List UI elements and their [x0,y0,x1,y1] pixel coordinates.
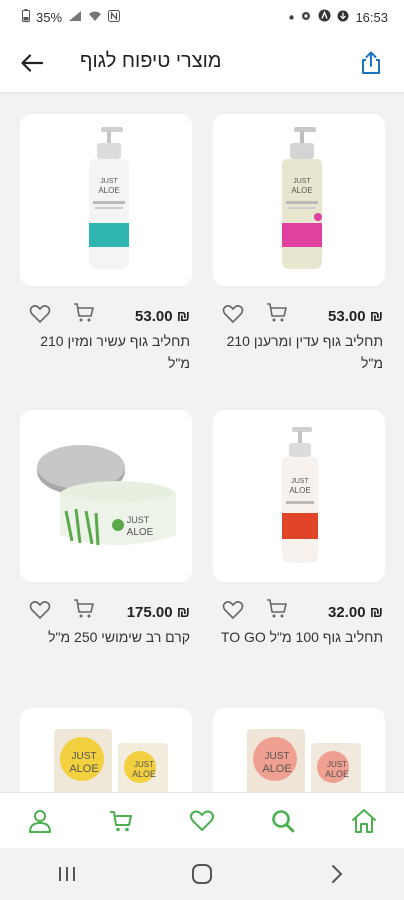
product-image[interactable]: JUST ALOE [20,410,192,582]
heart-icon[interactable] [28,302,52,326]
heart-icon[interactable] [221,302,245,326]
bottom-nav [0,792,404,848]
signal-icon [68,10,82,25]
product-price: 53.00 ₪ [135,308,190,325]
status-right: 16:53 [289,9,388,25]
lotion-bottle-image: JUST ALOE [89,127,129,269]
svg-text:JUST: JUST [291,478,309,485]
product-price: 175.00 ₪ [126,604,190,621]
nav-cart-button[interactable] [101,801,141,841]
svg-text:ALOE: ALOE [262,763,291,775]
recent-apps-button[interactable] [47,856,87,892]
product-card[interactable]: JUST ALOE 175.00 ₪ קרם רב שימושי 250 מ"ל [20,410,192,648]
product-card[interactable]: JUST ALOE 53.00 ₪ תחליב גוף עדין ומרענן … [213,114,385,374]
nav-home-button[interactable] [344,801,384,841]
chevron-right-icon [331,865,343,883]
product-card[interactable]: JUST ALOE JUST ALOE [213,708,385,792]
recent-apps-icon [59,867,76,881]
product-price: 53.00 ₪ [328,308,383,325]
svg-text:JUST: JUST [265,751,290,762]
heart-icon[interactable] [221,598,245,622]
battery-icon [22,9,30,25]
product-image[interactable]: JUST ALOE JUST ALOE [20,708,192,792]
cart-icon[interactable] [265,597,289,621]
back-system-button[interactable] [317,856,357,892]
clock: 16:53 [355,9,388,25]
svg-text:JUST: JUST [127,515,150,525]
product-image[interactable]: JUST ALOE [213,114,385,286]
search-icon [271,809,295,832]
product-name[interactable]: תחליב גוף עדין ומרענן 210 מ"ל [213,330,385,374]
product-name[interactable]: תחליב גוף עשיר ומזין 210 מ"ל [20,330,192,374]
card-actions: 175.00 ₪ [20,594,192,626]
product-card[interactable]: JUST ALOE 53.00 ₪ תחליב גוף עשיר ומזין 2… [20,114,192,374]
back-button[interactable] [18,49,46,77]
nav-favorites-button[interactable] [182,801,222,841]
heart-icon[interactable] [28,598,52,622]
product-image[interactable]: JUST ALOE [20,114,192,286]
product-image[interactable]: JUST ALOE JUST ALOE [213,708,385,792]
app-header: מוצרי טיפוח לגוף [0,34,404,92]
cart-icon[interactable] [265,301,289,325]
product-card[interactable]: JUST ALOE JUST ALOE [20,708,192,792]
card-actions: 53.00 ₪ [20,298,192,330]
svg-text:JUST: JUST [100,178,118,185]
arrow-left-icon [21,54,43,72]
dot-icon [289,11,295,23]
svg-text:ALOE: ALOE [127,527,154,538]
svg-text:ALOE: ALOE [132,769,156,779]
status-left: 35% [22,9,121,25]
svg-text:ALOE: ALOE [291,186,312,195]
product-name[interactable]: תחליב גוף 100 מ"ל TO GO [213,626,385,648]
cart-icon[interactable] [72,301,96,325]
nfc-icon [108,9,121,25]
app-notification-icon [318,9,331,25]
svg-text:JUST: JUST [134,760,154,769]
wifi-icon [88,10,102,25]
cream-jar-image: JUST ALOE [37,445,176,546]
svg-text:ALOE: ALOE [289,486,310,495]
share-icon [362,51,380,74]
cart-icon [110,810,133,831]
system-nav-bar [0,848,404,900]
svg-text:JUST: JUST [72,751,97,762]
home-system-button[interactable] [182,856,222,892]
status-bar: 35% 16:53 [0,0,404,34]
home-icon [351,808,376,833]
svg-text:ALOE: ALOE [325,769,349,779]
product-grid: JUST ALOE 53.00 ₪ תחליב גוף עדין ומרענן … [0,92,404,792]
share-button[interactable] [356,48,386,78]
nav-profile-button[interactable] [20,801,60,841]
user-icon [29,809,52,833]
battery-percent: 35% [36,9,63,25]
lotion-bottle-image: JUST ALOE [282,127,322,269]
product-image[interactable]: JUST ALOE [213,410,385,582]
card-actions: 32.00 ₪ [213,594,385,626]
svg-text:ALOE: ALOE [98,186,119,195]
tube-products-image: JUST ALOE JUST ALOE [247,729,361,792]
svg-text:JUST: JUST [327,760,347,769]
svg-text:ALOE: ALOE [69,763,98,775]
nav-search-button[interactable] [263,801,303,841]
product-name[interactable]: קרם רב שימושי 250 מ"ל [20,626,192,648]
card-actions: 53.00 ₪ [213,298,385,330]
product-price: 32.00 ₪ [328,604,383,621]
download-notification-icon [337,10,349,25]
heart-icon [189,809,214,831]
home-circle-icon [191,864,212,884]
settings-gear-icon [300,10,312,25]
cart-icon[interactable] [72,597,96,621]
product-card[interactable]: JUST ALOE 32.00 ₪ תחליב גוף 100 מ"ל TO G… [213,410,385,648]
tube-products-image: JUST ALOE JUST ALOE [54,729,168,792]
svg-text:JUST: JUST [293,178,311,185]
page-title: מוצרי טיפוח לגוף [80,50,222,72]
lotion-bottle-image: JUST ALOE [282,427,318,563]
